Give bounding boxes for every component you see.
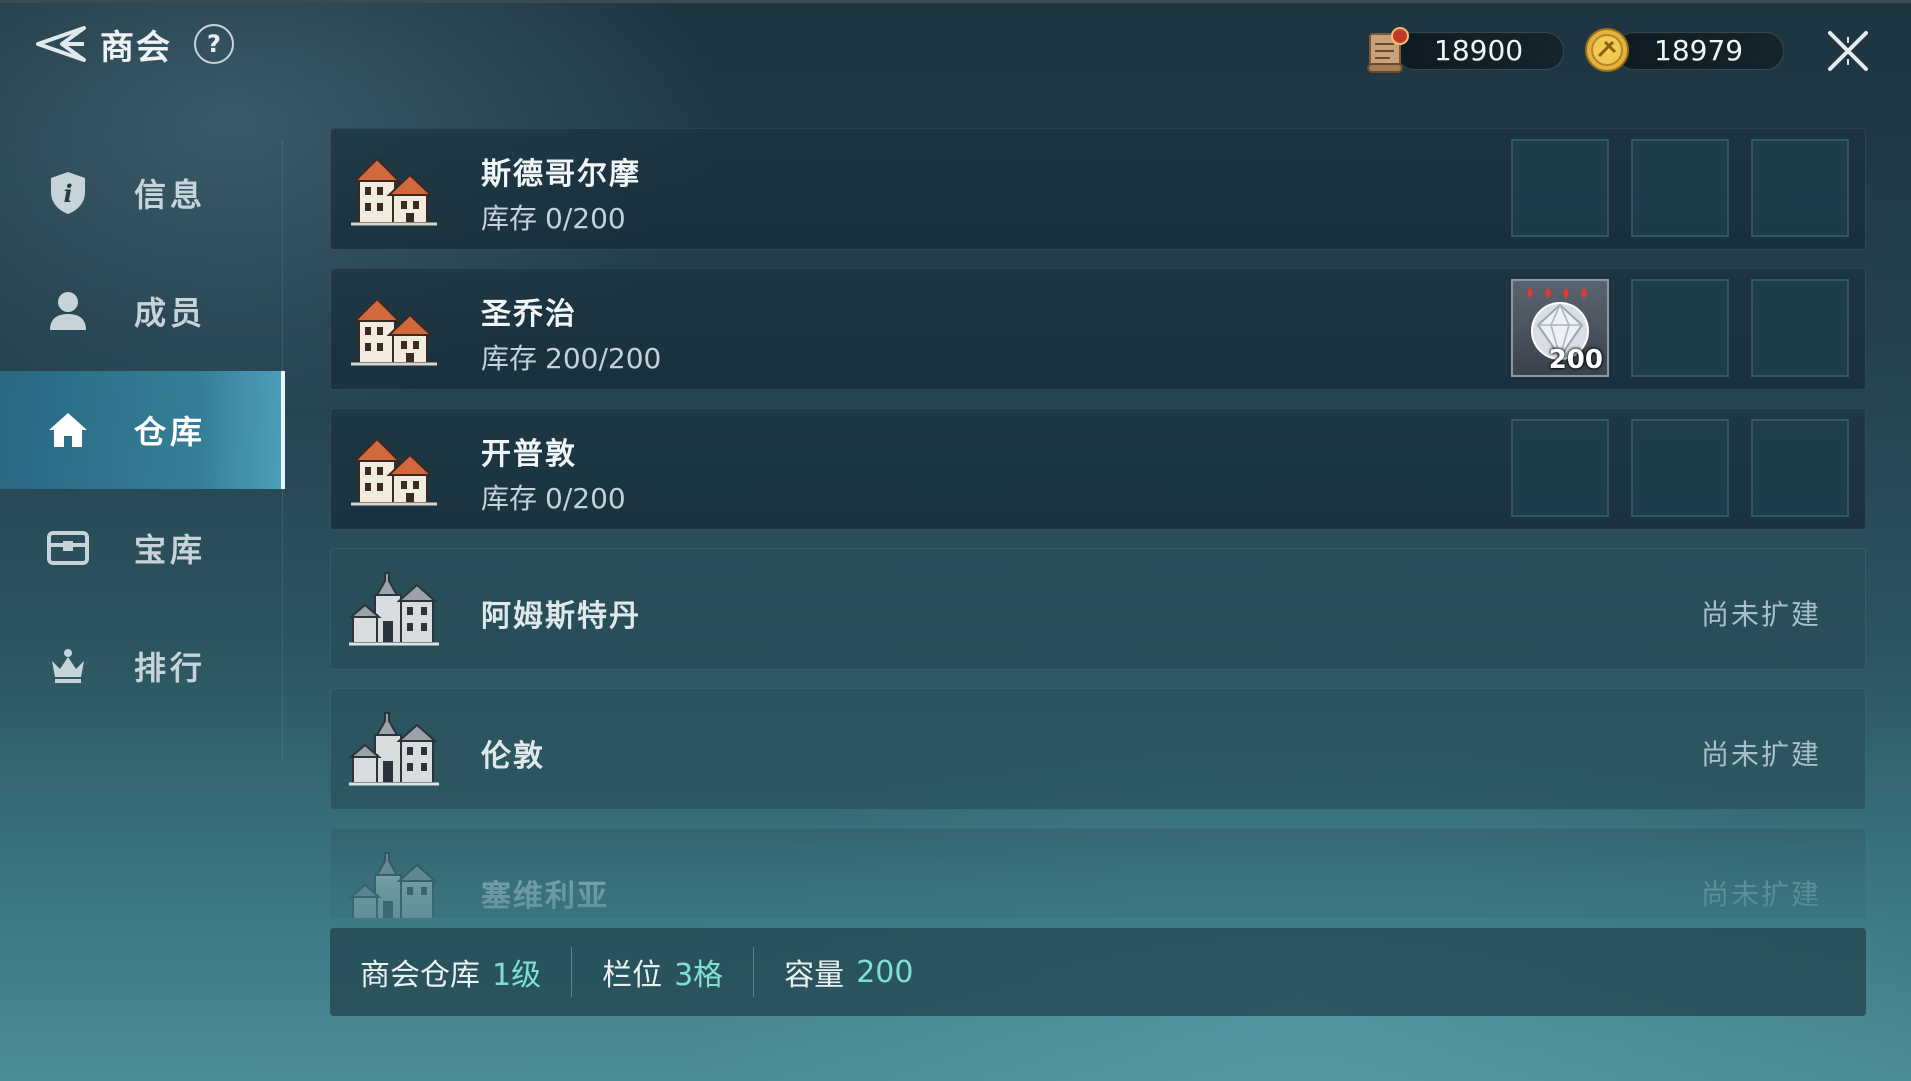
warehouse-stock: 库存 200/200 — [481, 337, 661, 377]
unbuilt-city-icon — [349, 852, 438, 918]
stock-value: 0/200 — [545, 202, 626, 235]
help-button[interactable]: ? — [194, 24, 234, 64]
slots-value: 3格 — [674, 958, 724, 993]
warehouse-row-locked[interactable]: 塞维利亚 尚未扩建 — [330, 828, 1866, 918]
close-icon — [1828, 31, 1868, 71]
level-label: 商会仓库 — [360, 958, 480, 993]
item-slot[interactable]: 200 — [1511, 279, 1609, 377]
item-slot[interactable] — [1751, 139, 1849, 237]
back-button[interactable] — [30, 16, 90, 72]
warehouse-capacity: 容量 200 — [754, 928, 943, 1016]
warehouse-level: 商会仓库 1级 — [330, 928, 571, 1016]
warehouse-row-locked[interactable]: 阿姆斯特丹 尚未扩建 — [330, 548, 1866, 670]
close-button[interactable] — [1820, 26, 1876, 76]
warehouse-name: 斯德哥尔摩 — [481, 157, 641, 192]
warehouse-name: 开普敦 — [481, 437, 577, 472]
built-warehouse-icon — [351, 297, 437, 366]
item-slot[interactable] — [1631, 419, 1729, 517]
not-expanded-status: 尚未扩建 — [1700, 598, 1821, 631]
info-shield-icon: i — [36, 161, 100, 225]
sidebar-item-info[interactable]: i 信息 — [0, 134, 285, 252]
item-slot[interactable] — [1751, 279, 1849, 377]
not-expanded-status: 尚未扩建 — [1700, 738, 1821, 771]
sidebar-item-label: 宝库 — [134, 531, 207, 569]
item-slot[interactable] — [1511, 419, 1609, 517]
warehouse-row-locked[interactable]: 伦敦 尚未扩建 — [330, 688, 1866, 810]
sidebar-item-label: 成员 — [134, 294, 207, 332]
scroll-icon — [1362, 25, 1412, 75]
sidebar: i 信息 成员 仓库 宝库 排行 — [0, 134, 285, 754]
sidebar-item-members[interactable]: 成员 — [0, 252, 285, 370]
home-icon — [36, 398, 100, 462]
warehouse-list[interactable]: 斯德哥尔摩 库存 0/200 圣乔治 库存 200/200 200 开普敦 库存… — [330, 128, 1868, 918]
not-expanded-status: 尚未扩建 — [1700, 878, 1821, 911]
sidebar-item-label: 仓库 — [134, 413, 207, 451]
sidebar-item-warehouse[interactable]: 仓库 — [0, 371, 285, 489]
capacity-value: 200 — [856, 954, 914, 990]
warehouse-name: 阿姆斯特丹 — [481, 599, 641, 634]
warehouse-slots: 栏位 3格 — [572, 928, 753, 1016]
warehouse-row[interactable]: 斯德哥尔摩 库存 0/200 — [330, 128, 1866, 250]
chest-icon — [36, 516, 100, 580]
built-warehouse-icon — [351, 437, 437, 506]
item-slot[interactable] — [1511, 139, 1609, 237]
stock-value: 200/200 — [545, 342, 662, 375]
person-icon — [36, 279, 100, 343]
stock-label: 库存 — [481, 342, 538, 375]
crown-icon — [36, 634, 100, 698]
capacity-label: 容量 — [784, 958, 845, 993]
stock-value: 0/200 — [545, 482, 626, 515]
item-quantity: 200 — [1548, 345, 1603, 375]
warehouse-stock: 库存 0/200 — [481, 477, 626, 517]
sidebar-item-ranking[interactable]: 排行 — [0, 607, 285, 725]
slots-label: 栏位 — [602, 958, 663, 993]
currency-gold-value: 18979 — [1654, 33, 1744, 67]
sidebar-item-treasury[interactable]: 宝库 — [0, 489, 285, 607]
built-warehouse-icon — [351, 157, 437, 226]
warehouse-row[interactable]: 开普敦 库存 0/200 — [330, 408, 1866, 530]
warehouse-name: 圣乔治 — [481, 297, 577, 332]
warehouse-name: 伦敦 — [481, 739, 545, 774]
currency-gold: 18979 — [1582, 28, 1784, 72]
currency-scroll-value: 18900 — [1434, 33, 1524, 67]
warehouse-row[interactable]: 圣乔治 库存 200/200 200 — [330, 268, 1866, 390]
currency-scroll: 18900 — [1362, 27, 1564, 73]
top-border — [0, 0, 1911, 3]
svg-text:i: i — [63, 179, 72, 208]
warehouse-name: 塞维利亚 — [481, 879, 609, 914]
unbuilt-city-icon — [349, 572, 439, 646]
warehouse-summary-bar: 商会仓库 1级 栏位 3格 容量 200 — [330, 928, 1866, 1016]
header-left: 商会 ? — [30, 16, 234, 72]
sidebar-item-label: 排行 — [134, 649, 207, 687]
stock-label: 库存 — [481, 202, 538, 235]
level-value: 1级 — [492, 958, 542, 993]
stock-label: 库存 — [481, 482, 538, 515]
item-slot[interactable] — [1631, 279, 1729, 377]
page-title: 商会 — [100, 27, 172, 68]
unbuilt-city-icon — [349, 712, 439, 786]
warehouse-stock: 库存 0/200 — [481, 197, 626, 237]
item-slot[interactable] — [1751, 419, 1849, 517]
gold-coin-icon — [1582, 25, 1632, 75]
sidebar-item-label: 信息 — [134, 176, 207, 214]
back-arrow-icon — [36, 26, 86, 62]
item-slot[interactable] — [1631, 139, 1729, 237]
